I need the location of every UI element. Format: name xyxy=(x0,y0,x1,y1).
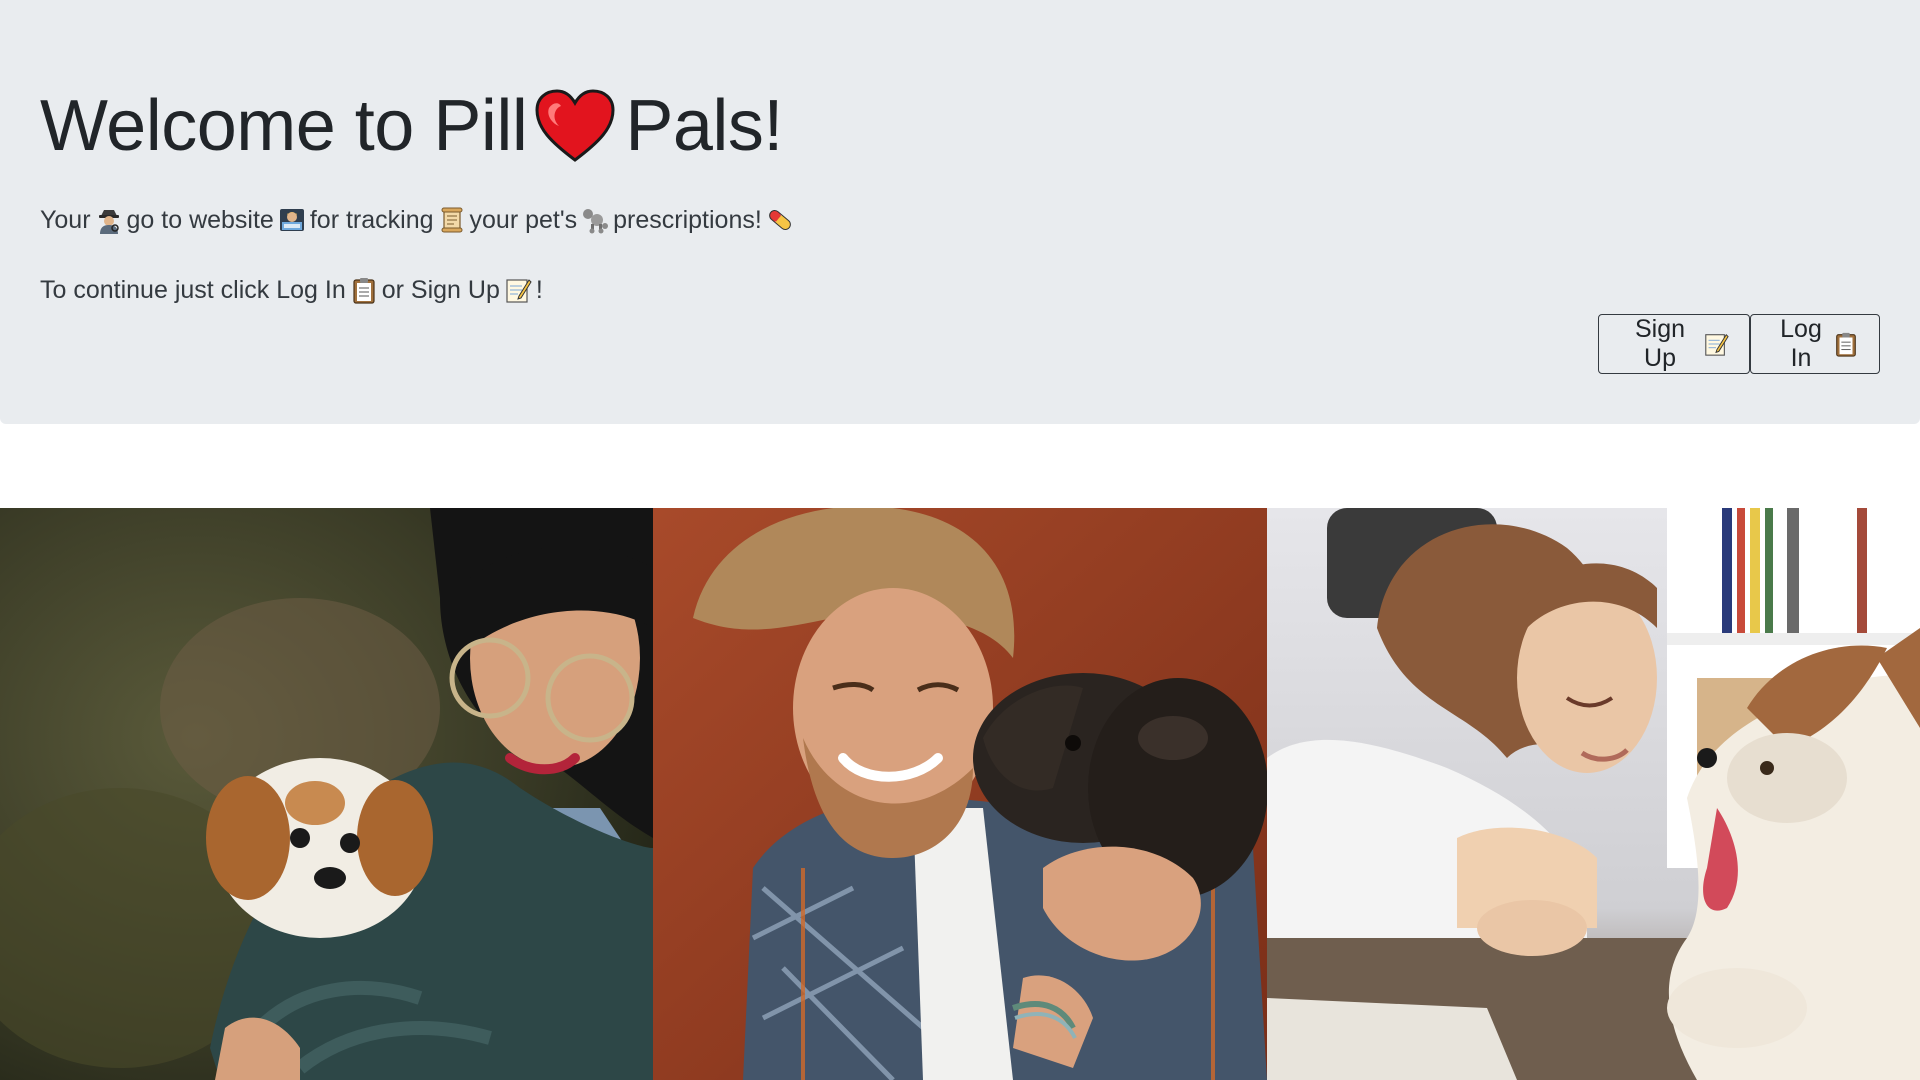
memo-icon xyxy=(504,276,532,304)
detective-icon xyxy=(95,206,123,234)
log-in-label: Log In xyxy=(1780,315,1822,372)
jumbotron: Welcome to Pill Pals! Your go to website xyxy=(0,0,1920,424)
sign-up-button[interactable]: Sign Up xyxy=(1598,314,1750,374)
title-prefix: Welcome to Pill xyxy=(40,86,528,166)
auth-button-group: Sign Up Log In xyxy=(1598,314,1880,374)
memo-icon xyxy=(1703,331,1729,357)
scroll-icon xyxy=(438,206,466,234)
title-suffix: Pals! xyxy=(625,86,783,166)
tagline-text: go to website xyxy=(126,206,274,234)
clipboard-icon xyxy=(1833,331,1859,357)
woman-with-shih-tzu-photo xyxy=(0,508,653,1080)
man-with-dog-photo xyxy=(653,508,1267,1080)
tagline-text: Your xyxy=(40,206,91,234)
tagline-text: your pet's xyxy=(469,206,578,234)
tagline-text: prescriptions! xyxy=(613,206,762,234)
instruction: To continue just click Log In or Sign Up… xyxy=(40,274,543,306)
log-in-button[interactable]: Log In xyxy=(1750,314,1880,374)
photo-strip xyxy=(0,508,1920,1080)
woman-with-husky-photo xyxy=(1267,508,1920,1080)
pill-icon xyxy=(766,206,794,234)
heart-icon xyxy=(533,88,617,164)
sign-up-label: Sign Up xyxy=(1634,315,1686,372)
instruction-text: ! xyxy=(535,276,543,304)
instruction-text: or Sign Up xyxy=(381,276,500,304)
page-title: Welcome to Pill Pals! xyxy=(40,84,783,168)
technologist-icon xyxy=(278,206,306,234)
tagline: Your go to website for tracking your pet… xyxy=(40,204,798,236)
instruction-text: To continue just click Log In xyxy=(40,276,346,304)
poodle-icon xyxy=(581,206,609,234)
tagline-text: for tracking xyxy=(309,206,434,234)
clipboard-icon xyxy=(350,276,378,304)
